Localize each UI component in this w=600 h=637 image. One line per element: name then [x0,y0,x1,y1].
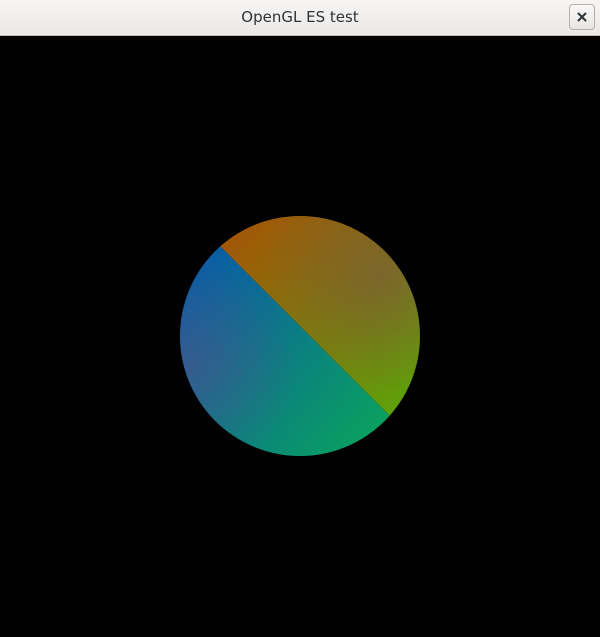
close-button[interactable] [569,4,595,30]
app-window: OpenGL ES test [0,0,600,637]
window-title: OpenGL ES test [241,8,359,26]
close-icon [577,12,587,22]
title-bar[interactable]: OpenGL ES test [0,0,600,36]
rendered-scene [0,36,600,637]
gl-canvas[interactable] [0,36,600,637]
